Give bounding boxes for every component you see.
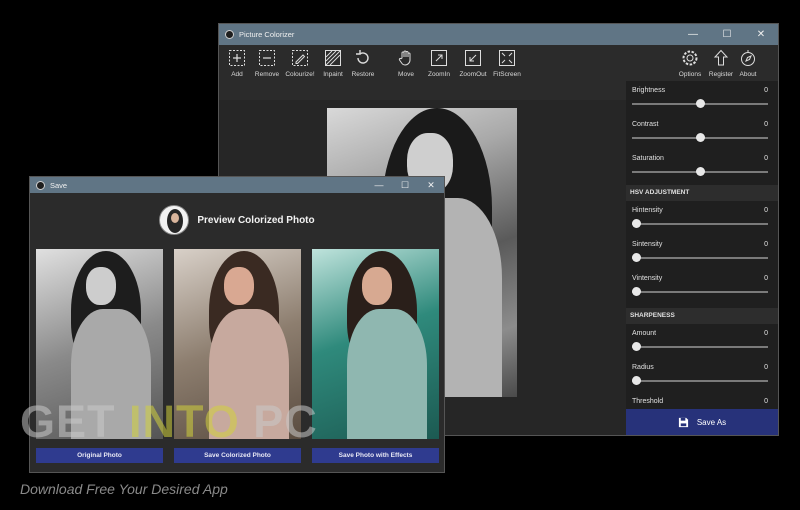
fit-screen-icon [499, 50, 515, 66]
sintensity-slider[interactable]: Sintensity 0 [626, 237, 778, 269]
compass-icon [741, 50, 755, 66]
slider-label: Sintensity [632, 241, 663, 248]
slider-value: 0 [764, 398, 768, 405]
effects-photo-preview [312, 249, 439, 439]
slider-label: Hintensity [632, 207, 663, 214]
hsv-adjustment-heading: HSV ADJUSTMENT [626, 185, 778, 201]
vintensity-slider[interactable]: Vintensity 0 [626, 271, 778, 303]
brightness-slider[interactable]: Brightness 0 [626, 83, 778, 115]
save-titlebar[interactable]: Save — ☐ ✕ [30, 177, 444, 193]
save-dialog-title: Save [50, 180, 68, 190]
radius-slider[interactable]: Radius 0 [626, 360, 778, 392]
slider-value: 0 [764, 207, 768, 214]
contrast-slider[interactable]: Contrast 0 [626, 117, 778, 149]
inpaint-icon [325, 50, 341, 66]
minimize-button[interactable]: — [366, 177, 392, 193]
slider-thumb[interactable] [632, 376, 641, 385]
zoom-in-icon [431, 50, 447, 66]
slider-track[interactable] [632, 257, 768, 259]
floppy-disk-icon [678, 417, 688, 427]
app-logo-icon [36, 180, 45, 190]
fit-screen-button[interactable]: FitScreen [490, 49, 524, 78]
slider-value: 0 [764, 275, 768, 282]
watermark-tagline: Download Free Your Desired App [20, 481, 228, 497]
main-titlebar[interactable]: Picture Colorizer — ☐ ✕ [219, 24, 778, 45]
slider-value: 0 [764, 364, 768, 371]
about-button[interactable]: About [731, 49, 765, 78]
options-button[interactable]: Options [673, 49, 707, 78]
slider-thumb[interactable] [695, 167, 705, 176]
slider-label: Saturation [632, 155, 664, 162]
hintensity-slider[interactable]: Hintensity 0 [626, 203, 778, 235]
slider-track[interactable] [632, 223, 768, 225]
slider-thumb[interactable] [632, 219, 641, 228]
save-photo-with-effects-button[interactable]: Save Photo with Effects [312, 448, 439, 463]
slider-value: 0 [764, 121, 768, 128]
watermark-logo: GET INTO PC [20, 396, 318, 447]
colourize-button[interactable]: Colourize! [283, 49, 317, 78]
add-button[interactable]: Add [220, 49, 254, 78]
gear-icon [682, 50, 698, 66]
slider-track[interactable] [632, 346, 768, 348]
hand-icon [398, 50, 411, 66]
restore-button[interactable]: Restore [346, 49, 380, 78]
adjustment-panel: Brightness 0 Contrast 0 Saturation 0 HSV ADJU… [626, 81, 778, 419]
arrow-up-icon [713, 49, 729, 66]
slider-value: 0 [764, 330, 768, 337]
slider-thumb[interactable] [632, 253, 641, 262]
preview-heading: Preview Colorized Photo [197, 214, 315, 226]
slider-value: 0 [764, 87, 768, 94]
saturation-slider[interactable]: Saturation 0 [626, 151, 778, 183]
save-colorized-photo-button[interactable]: Save Colorized Photo [174, 448, 301, 463]
close-button[interactable]: ✕ [744, 24, 778, 45]
move-button[interactable]: Move [389, 49, 423, 78]
slider-label: Amount [632, 330, 657, 337]
colourize-icon [292, 50, 308, 66]
remove-button[interactable]: Remove [250, 49, 284, 78]
main-window-title: Picture Colorizer [239, 30, 295, 39]
slider-thumb[interactable] [695, 133, 705, 142]
slider-thumb[interactable] [632, 287, 641, 296]
app-logo-icon [225, 30, 234, 39]
slider-track[interactable] [632, 380, 768, 382]
close-button[interactable]: ✕ [418, 177, 444, 193]
amount-slider[interactable]: Amount 0 [626, 326, 778, 358]
slider-label: Vintensity [632, 275, 663, 282]
restore-icon [356, 50, 369, 64]
slider-value: 0 [764, 155, 768, 162]
zoom-out-button[interactable]: ZoomOut [456, 49, 490, 78]
zoom-in-button[interactable]: ZoomIn [422, 49, 456, 78]
remove-box-icon [259, 50, 275, 66]
inpaint-button[interactable]: Inpaint [316, 49, 350, 78]
avatar [159, 205, 190, 235]
slider-value: 0 [764, 241, 768, 248]
sharpness-heading: SHARPENESS [626, 308, 778, 324]
original-photo-button[interactable]: Original Photo [36, 448, 163, 463]
slider-thumb[interactable] [695, 99, 705, 108]
zoom-out-icon [465, 50, 481, 66]
maximize-button[interactable]: ☐ [392, 177, 418, 193]
slider-label: Radius [632, 364, 654, 371]
slider-label: Brightness [632, 87, 666, 94]
slider-track[interactable] [632, 291, 768, 293]
save-as-button[interactable]: Save As [626, 409, 778, 435]
slider-thumb[interactable] [632, 342, 641, 351]
add-box-icon [229, 50, 245, 66]
minimize-button[interactable]: — [676, 24, 710, 45]
maximize-button[interactable]: ☐ [710, 24, 744, 45]
slider-label: Contrast [632, 121, 659, 128]
slider-label: Threshold [632, 398, 664, 405]
